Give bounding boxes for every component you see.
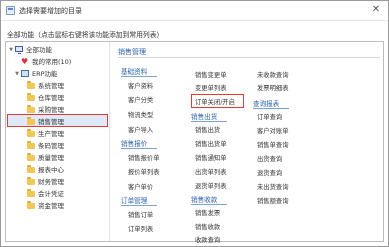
folder-icon	[27, 105, 35, 113]
function-item[interactable]: 客户对账单	[257, 126, 288, 135]
function-item[interactable]: 销售通知单	[195, 153, 226, 162]
folder-icon	[27, 141, 35, 149]
function-item[interactable]: 未收款查询	[257, 70, 288, 79]
window-title: 选择需要增加的目录	[19, 7, 82, 15]
function-item[interactable]: 客户分类	[128, 95, 153, 104]
expand-arrow-icon[interactable]: ▼	[14, 68, 20, 80]
tree-item-root[interactable]: ▼ 全部功能	[8, 44, 52, 56]
main-panel: ▼ 全部功能 ♥ 我的常用(10) ▼ ERP功能 系统管理 仓库管理 采购管理 销售…	[5, 41, 384, 244]
group-underline	[121, 76, 157, 77]
folder-icon	[27, 153, 35, 161]
group-underline	[191, 121, 227, 122]
tree-item-module[interactable]: 条码管理	[26, 140, 64, 152]
folder-icon	[27, 129, 35, 137]
group-underline	[121, 205, 157, 206]
function-item[interactable]: 销售收款	[195, 222, 220, 231]
section-title: 销售管理	[118, 48, 146, 56]
function-item[interactable]: 销售变更单	[195, 70, 226, 79]
tree-item-module[interactable]: 资金管理	[26, 200, 64, 212]
group-title: 销售收款	[191, 196, 218, 204]
function-item[interactable]: 销售额查询	[257, 196, 288, 205]
folder-icon	[27, 81, 35, 89]
folder-icon	[27, 201, 35, 209]
function-tree: ▼ 全部功能 ♥ 我的常用(10) ▼ ERP功能 系统管理 仓库管理 采购管理 销售…	[6, 42, 110, 241]
group-title: 基础资料	[121, 68, 148, 76]
function-item[interactable]: 订单列表	[128, 224, 153, 233]
heart-icon: ♥	[21, 57, 29, 66]
section-divider	[118, 57, 380, 58]
tree-item-module[interactable]: 系统管理	[26, 80, 64, 92]
tree-item-module[interactable]: 会计凭证	[26, 188, 64, 200]
app-icon	[6, 6, 15, 15]
group-underline	[253, 108, 289, 109]
hint-text: 全部功能（点击鼠标右键将该功能添加到常用列表）	[7, 31, 164, 39]
monitor-icon	[15, 46, 23, 54]
function-item[interactable]: 销售报价单	[128, 153, 159, 162]
selected-module-highlight	[7, 114, 108, 127]
function-item[interactable]: 变更单列表	[195, 83, 226, 92]
tree-item-favorites[interactable]: ♥ 我的常用(10)	[14, 56, 71, 68]
function-item[interactable]: 销售订单	[128, 210, 153, 219]
function-item[interactable]: 客户资料	[128, 81, 153, 90]
function-item[interactable]: 客户单价	[128, 182, 153, 191]
function-item[interactable]: 出货单列表	[195, 167, 226, 176]
dialog-window: 选择需要增加的目录 ✕ 全部功能（点击鼠标右键将该功能添加到常用列表） ▼ 全部功…	[0, 0, 389, 247]
tree-item-module[interactable]: 报表中心	[26, 164, 64, 176]
title-bar: 选择需要增加的目录 ✕	[1, 1, 388, 21]
group-title: 订单管理	[121, 197, 148, 205]
group-title: 查询报表	[253, 100, 280, 108]
function-item[interactable]: 销售发票	[195, 208, 220, 217]
group-underline	[121, 148, 157, 149]
function-item[interactable]: 物流类型	[128, 110, 153, 119]
tree-item-module[interactable]: 生产管理	[26, 128, 64, 140]
function-item[interactable]: 发票明细表	[257, 83, 288, 92]
function-item[interactable]: 销售单查询	[257, 140, 288, 149]
expand-arrow-icon[interactable]: ▼	[8, 44, 14, 56]
function-item[interactable]: 收款查询	[195, 235, 220, 244]
folder-icon	[27, 165, 35, 173]
tree-item-module[interactable]: 仓库管理	[26, 92, 64, 104]
close-button[interactable]: ✕	[370, 4, 382, 16]
tree-item-module[interactable]: 质量管理	[26, 152, 64, 164]
function-content: 销售管理 基础资料 客户资料 客户分类 物流类型 客户导入 销售报价 销售报价单…	[111, 42, 383, 244]
function-item[interactable]: 未出货查询	[257, 182, 288, 191]
tree-item-erp[interactable]: ▼ ERP功能	[14, 68, 58, 80]
group-underline	[191, 204, 227, 205]
function-item[interactable]: 销售出货	[195, 125, 220, 134]
function-item[interactable]: 客户导入	[128, 125, 153, 134]
function-item[interactable]: 订单查询	[257, 112, 282, 121]
group-title: 销售出货	[191, 113, 218, 121]
folder-icon	[27, 177, 35, 185]
folder-icon	[27, 189, 35, 197]
function-item[interactable]: 报价单列表	[128, 167, 159, 176]
tree-item-module[interactable]: 财务管理	[26, 176, 64, 188]
function-item[interactable]: 出货查询	[257, 154, 282, 163]
function-item[interactable]: 销售出货单	[195, 139, 226, 148]
group-title: 销售报价	[121, 140, 148, 148]
folder-icon	[27, 93, 35, 101]
function-item[interactable]: 退货查询	[257, 168, 282, 177]
highlighted-item-box	[191, 94, 244, 108]
function-item[interactable]: 退货单列表	[195, 181, 226, 190]
computer-icon	[21, 70, 29, 77]
